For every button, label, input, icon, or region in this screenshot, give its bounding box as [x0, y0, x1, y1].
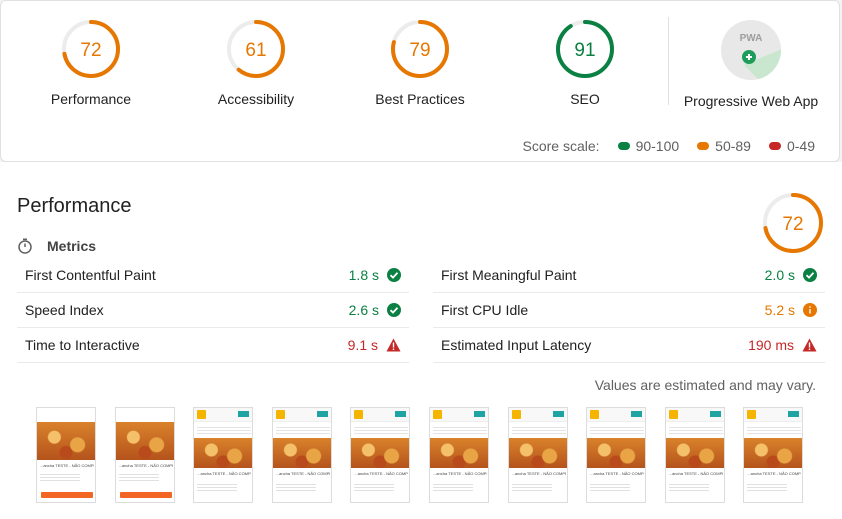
- metrics-column-left: First Contentful Paint 1.8 s Speed Index…: [17, 258, 409, 363]
- gauge-label: Accessibility: [217, 91, 295, 107]
- gauge-ring: 79: [391, 20, 449, 78]
- gauge-pwa[interactable]: PWA Progressive Web App: [673, 19, 829, 109]
- gauge-label: SEO: [570, 91, 600, 107]
- metric-value: 1.8 s: [348, 267, 379, 283]
- metrics-heading[interactable]: Metrics: [17, 238, 96, 254]
- gauge-label: Progressive Web App: [683, 93, 819, 109]
- filmstrip-frame: ...ancha TESTE - NÃO COMPRAR: [743, 407, 804, 503]
- gauge-ring: 72: [763, 193, 823, 253]
- filmstrip-frame: ...ancha TESTE - NÃO COMPRAR: [428, 407, 489, 503]
- divider: [668, 17, 669, 105]
- gauge-score: 91: [574, 40, 595, 61]
- average-pill-icon: [697, 142, 710, 150]
- metric-label: First Contentful Paint: [25, 267, 156, 283]
- filmstrip-frame: ...ancha TESTE - NÃO COMPRAR: [271, 407, 332, 503]
- score-scale-label: Score scale:: [522, 138, 600, 154]
- gauge-ring: 61: [227, 20, 285, 78]
- gauge-score: 61: [245, 40, 266, 61]
- info-circle-icon: [803, 303, 817, 317]
- gauge-performance[interactable]: 72 Performance: [11, 19, 171, 107]
- section-title: Performance: [17, 195, 132, 217]
- metric-fcp[interactable]: First Contentful Paint 1.8 s: [17, 258, 409, 293]
- performance-section: Performance 72 Metrics First Contentful …: [0, 162, 842, 519]
- scale-fail: 0-49: [768, 138, 815, 154]
- metric-value: 5.2 s: [764, 302, 795, 318]
- metric-label: Estimated Input Latency: [441, 337, 592, 353]
- score-scale: Score scale: 90-100 50-89 0-49: [523, 138, 815, 154]
- gauge-seo[interactable]: 91 SEO: [505, 19, 665, 107]
- stopwatch-icon: [18, 238, 32, 254]
- gauge-score: 79: [409, 40, 430, 61]
- metric-input-latency[interactable]: Estimated Input Latency 190 ms: [433, 328, 825, 363]
- metric-speed-index[interactable]: Speed Index 2.6 s: [17, 293, 409, 328]
- warning-triangle-icon: [802, 338, 817, 352]
- filmstrip-frame: ...ancha TESTE - NÃO COMPRAR: [507, 407, 568, 503]
- metric-label: First CPU Idle: [441, 302, 529, 318]
- filmstrip-frame: ...ancha TESTE - NÃO COMPRAR: [193, 407, 254, 503]
- gauge-ring: 91: [556, 20, 614, 78]
- svg-text:PWA: PWA: [740, 33, 763, 44]
- gauge-label: Performance: [50, 91, 132, 107]
- metric-value: 190 ms: [748, 337, 794, 353]
- filmstrip-frame: ...ancha TESTE - NÃO COMPRAR: [350, 407, 411, 503]
- warning-triangle-icon: [386, 338, 401, 352]
- filmstrip: ...ancha TESTE - NÃO COMPRAR ...ancha TE…: [36, 407, 804, 503]
- pass-pill-icon: [617, 142, 630, 150]
- filmstrip-frame: ...ancha TESTE - NÃO COMPRAR: [114, 407, 175, 503]
- category-summary-card: 72 Performance 61 Accessibility 79 Best …: [0, 0, 840, 162]
- metric-label: Speed Index: [25, 302, 104, 318]
- scale-average: 50-89: [697, 138, 751, 154]
- gauge-accessibility[interactable]: 61 Accessibility: [176, 19, 336, 107]
- estimate-note: Values are estimated and may vary.: [594, 377, 816, 393]
- filmstrip-frame: ...ancha TESTE - NÃO COMPRAR: [586, 407, 647, 503]
- check-circle-icon: [387, 268, 401, 282]
- metric-first-cpu-idle[interactable]: First CPU Idle 5.2 s: [433, 293, 825, 328]
- scale-pass: 90-100: [617, 138, 679, 154]
- metric-label: First Meaningful Paint: [441, 267, 577, 283]
- metrics-column-right: First Meaningful Paint 2.0 s First CPU I…: [433, 258, 825, 363]
- filmstrip-frame: ...ancha TESTE - NÃO COMPRAR: [36, 407, 96, 503]
- metric-tti[interactable]: Time to Interactive 9.1 s: [17, 328, 409, 363]
- filmstrip-frame: ...ancha TESTE - NÃO COMPRAR: [664, 407, 725, 503]
- metric-value: 2.0 s: [764, 267, 795, 283]
- metric-value: 9.1 s: [347, 337, 378, 353]
- gauge-label: Best Practices: [375, 91, 465, 107]
- gauge-best-practices[interactable]: 79 Best Practices: [340, 19, 500, 107]
- gauge-ring: 72: [62, 20, 120, 78]
- metric-label: Time to Interactive: [25, 337, 140, 353]
- metric-value: 2.6 s: [348, 302, 379, 318]
- performance-score-gauge: 72: [762, 192, 824, 259]
- gauge-score: 72: [782, 214, 803, 235]
- metric-fmp[interactable]: First Meaningful Paint 2.0 s: [433, 258, 825, 293]
- gauge-score: 72: [80, 40, 101, 61]
- check-circle-icon: [387, 303, 401, 317]
- check-circle-icon: [803, 268, 817, 282]
- fail-pill-icon: [768, 142, 781, 150]
- pwa-badge-icon: PWA: [721, 20, 781, 80]
